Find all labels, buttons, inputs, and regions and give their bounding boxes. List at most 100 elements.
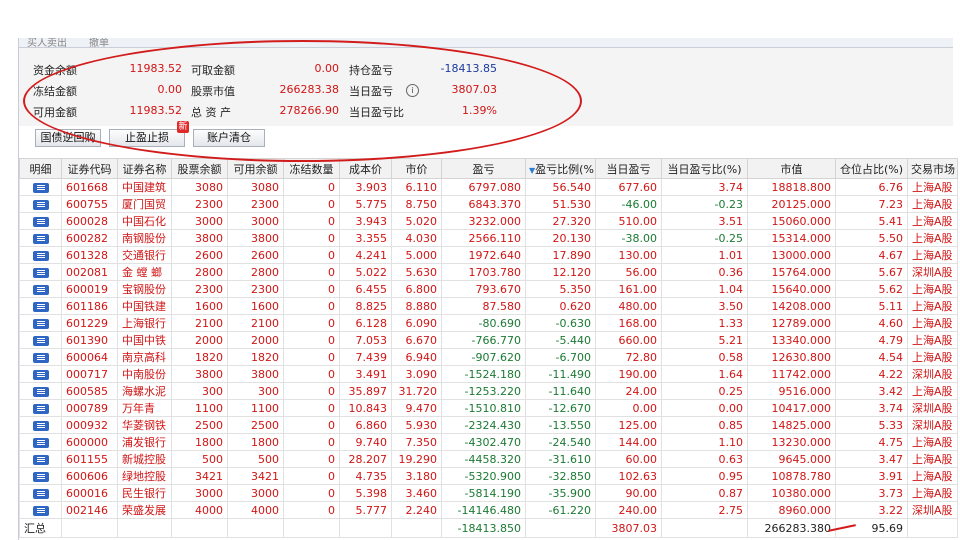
detail-list-icon[interactable] [32, 454, 49, 465]
detail-cell[interactable] [19, 399, 62, 417]
clear-account-button[interactable]: 账户清仓 [193, 129, 265, 147]
detail-cell[interactable] [19, 433, 62, 451]
detail-list-icon[interactable] [32, 284, 49, 295]
cell-balance: 2100 [171, 314, 228, 332]
repo-button[interactable]: 国债逆回购 [35, 129, 101, 147]
table-row[interactable]: 600028 中国石化 3000 3000 0 3.943 5.020 3232.000 27.… [19, 212, 958, 230]
column-header-available[interactable]: 可用余额 [227, 158, 284, 179]
cell-price: 9.470 [391, 399, 442, 417]
column-header-market-value[interactable]: 市值 [747, 158, 836, 179]
detail-list-icon[interactable] [32, 267, 49, 278]
column-header-market[interactable]: 交易市场 [907, 158, 958, 179]
detail-list-icon[interactable] [32, 420, 49, 431]
detail-cell[interactable] [19, 382, 62, 400]
detail-cell[interactable] [19, 314, 62, 332]
table-row[interactable]: 601186 中国铁建 1600 1600 0 8.825 8.880 87.580 0.620… [19, 297, 958, 315]
column-header-detail[interactable]: 明细 [19, 158, 62, 179]
detail-list-icon[interactable] [32, 199, 49, 210]
cell-pnl: 3232.000 [441, 212, 526, 230]
detail-list-icon[interactable] [32, 437, 49, 448]
detail-cell[interactable] [19, 297, 62, 315]
detail-cell[interactable] [19, 246, 62, 264]
detail-cell[interactable] [19, 450, 62, 468]
detail-cell[interactable] [19, 501, 62, 519]
table-row[interactable]: 600282 南钢股份 3800 3800 0 3.355 4.030 2566.110 20.… [19, 229, 958, 247]
table-row[interactable]: 600019 宝钢股份 2300 2300 0 6.455 6.800 793.670 5.35… [19, 280, 958, 298]
table-row[interactable]: 601668 中国建筑 3080 3080 0 3.903 6.110 6797.080 56.… [19, 178, 958, 196]
detail-cell[interactable] [19, 178, 62, 196]
column-header-label: 仓位占比(%) [839, 162, 904, 176]
detail-list-icon[interactable] [32, 182, 49, 193]
table-row[interactable]: 600585 海螺水泥 300 300 0 35.897 31.720 -1253.220 -1… [19, 382, 958, 400]
detail-list-icon[interactable] [32, 318, 49, 329]
detail-cell[interactable] [19, 416, 62, 434]
detail-cell[interactable] [19, 348, 62, 366]
detail-list-icon[interactable] [32, 403, 49, 414]
table-row[interactable]: 601390 中国中铁 2000 2000 0 7.053 6.670 -766.770 -5.… [19, 331, 958, 349]
table-row[interactable]: 601229 上海银行 2100 2100 0 6.128 6.090 -80.690 -0.6… [19, 314, 958, 332]
detail-list-icon[interactable] [32, 335, 49, 346]
detail-list-icon[interactable] [32, 386, 49, 397]
table-row[interactable]: 002146 荣盛发展 4000 4000 0 5.777 2.240 -14146.480-… [19, 501, 958, 519]
detail-cell[interactable] [19, 280, 62, 298]
cell-name: 南京高科 [117, 348, 172, 366]
table-row[interactable]: 000932 华菱钢铁 2500 2500 0 6.860 5.930 -2324.430 -1… [19, 416, 958, 434]
cell-market-value: 8960.000 [747, 501, 836, 519]
detail-cell[interactable] [19, 229, 62, 247]
total-empty-cell [117, 518, 172, 538]
column-header-cost[interactable]: 成本价 [339, 158, 392, 179]
cell-pnl-ratio: -6.700 [525, 348, 596, 366]
column-header-position-ratio[interactable]: 仓位占比(%) [835, 158, 908, 179]
detail-cell[interactable] [19, 212, 62, 230]
detail-list-icon[interactable] [32, 301, 49, 312]
column-header-balance[interactable]: 股票余额 [171, 158, 228, 179]
cell-price: 3.180 [391, 467, 442, 485]
cell-market: 深圳A股 [907, 399, 958, 417]
detail-cell[interactable] [19, 467, 62, 485]
table-row[interactable]: 600016 民生银行 3000 3000 0 5.398 3.460 -5814.190 -3… [19, 484, 958, 502]
column-header-frozen[interactable]: 冻结数量 [283, 158, 340, 179]
table-row[interactable]: 000789 万年青 1100 1100 0 10.843 9.470 -1510.810 -1… [19, 399, 958, 417]
table-row[interactable]: 600755 厦门国贸 2300 2300 0 5.775 8.750 6843.370 51.… [19, 195, 958, 213]
cell-pnl: 87.580 [441, 297, 526, 315]
column-header-day-pnl-ratio[interactable]: 当日盈亏比(%) [661, 158, 748, 179]
detail-list-icon[interactable] [32, 488, 49, 499]
stop-profit-loss-button[interactable]: 止盈止损 [109, 129, 185, 147]
cell-pnl: 1703.780 [441, 263, 526, 281]
column-header-day-pnl[interactable]: 当日盈亏 [595, 158, 662, 179]
table-row[interactable]: 601155 新城控股 500 500 0 28.207 19.290 -4458.320 -3… [19, 450, 958, 468]
table-row[interactable]: 002081 金 螳 螂 2800 2800 0 5.022 5.630 1703.780 12… [19, 263, 958, 281]
detail-list-icon[interactable] [32, 369, 49, 380]
detail-cell[interactable] [19, 195, 62, 213]
detail-list-icon[interactable] [32, 505, 49, 516]
detail-list-icon[interactable] [32, 216, 49, 227]
column-header-pnl-ratio[interactable]: ▼盈亏比例(%) [525, 158, 596, 179]
info-icon[interactable]: i [406, 84, 419, 97]
total-empty-cell [661, 518, 748, 538]
detail-cell[interactable] [19, 365, 62, 383]
table-row[interactable]: 600064 南京高科 1820 1820 0 7.439 6.940 -907.620 -6.… [19, 348, 958, 366]
table-row[interactable]: 000717 中南股份 3800 3800 0 3.491 3.090 -1524.180 -1… [19, 365, 958, 383]
cell-day-pnl-ratio: 0.85 [661, 416, 748, 434]
tab-buy-sell[interactable]: 买人卖出 [27, 38, 67, 47]
detail-list-icon[interactable] [32, 352, 49, 363]
detail-cell[interactable] [19, 331, 62, 349]
table-row[interactable]: 600606 绿地控股 3421 3421 0 4.735 3.180 -5320.900 -3… [19, 467, 958, 485]
available-label: 可用金额 [33, 106, 77, 119]
cell-day-pnl-ratio: 0.87 [661, 484, 748, 502]
detail-cell[interactable] [19, 484, 62, 502]
cell-available: 1800 [227, 433, 284, 451]
column-header-name[interactable]: 证券名称 [117, 158, 172, 179]
tab-cancel[interactable]: 撤单 [89, 38, 109, 47]
detail-cell[interactable] [19, 263, 62, 281]
cell-day-pnl-ratio: 1.33 [661, 314, 748, 332]
detail-list-icon[interactable] [32, 471, 49, 482]
detail-list-icon[interactable] [32, 233, 49, 244]
cell-balance: 4000 [171, 501, 228, 519]
column-header-code[interactable]: 证券代码 [61, 158, 118, 179]
table-row[interactable]: 601328 交通银行 2600 2600 0 4.241 5.000 1972.640 17.… [19, 246, 958, 264]
table-row[interactable]: 600000 浦发银行 1800 1800 0 9.740 7.350 -4302.470 -2… [19, 433, 958, 451]
detail-list-icon[interactable] [32, 250, 49, 261]
column-header-pnl[interactable]: 盈亏 [441, 158, 526, 179]
column-header-price[interactable]: 市价 [391, 158, 442, 179]
